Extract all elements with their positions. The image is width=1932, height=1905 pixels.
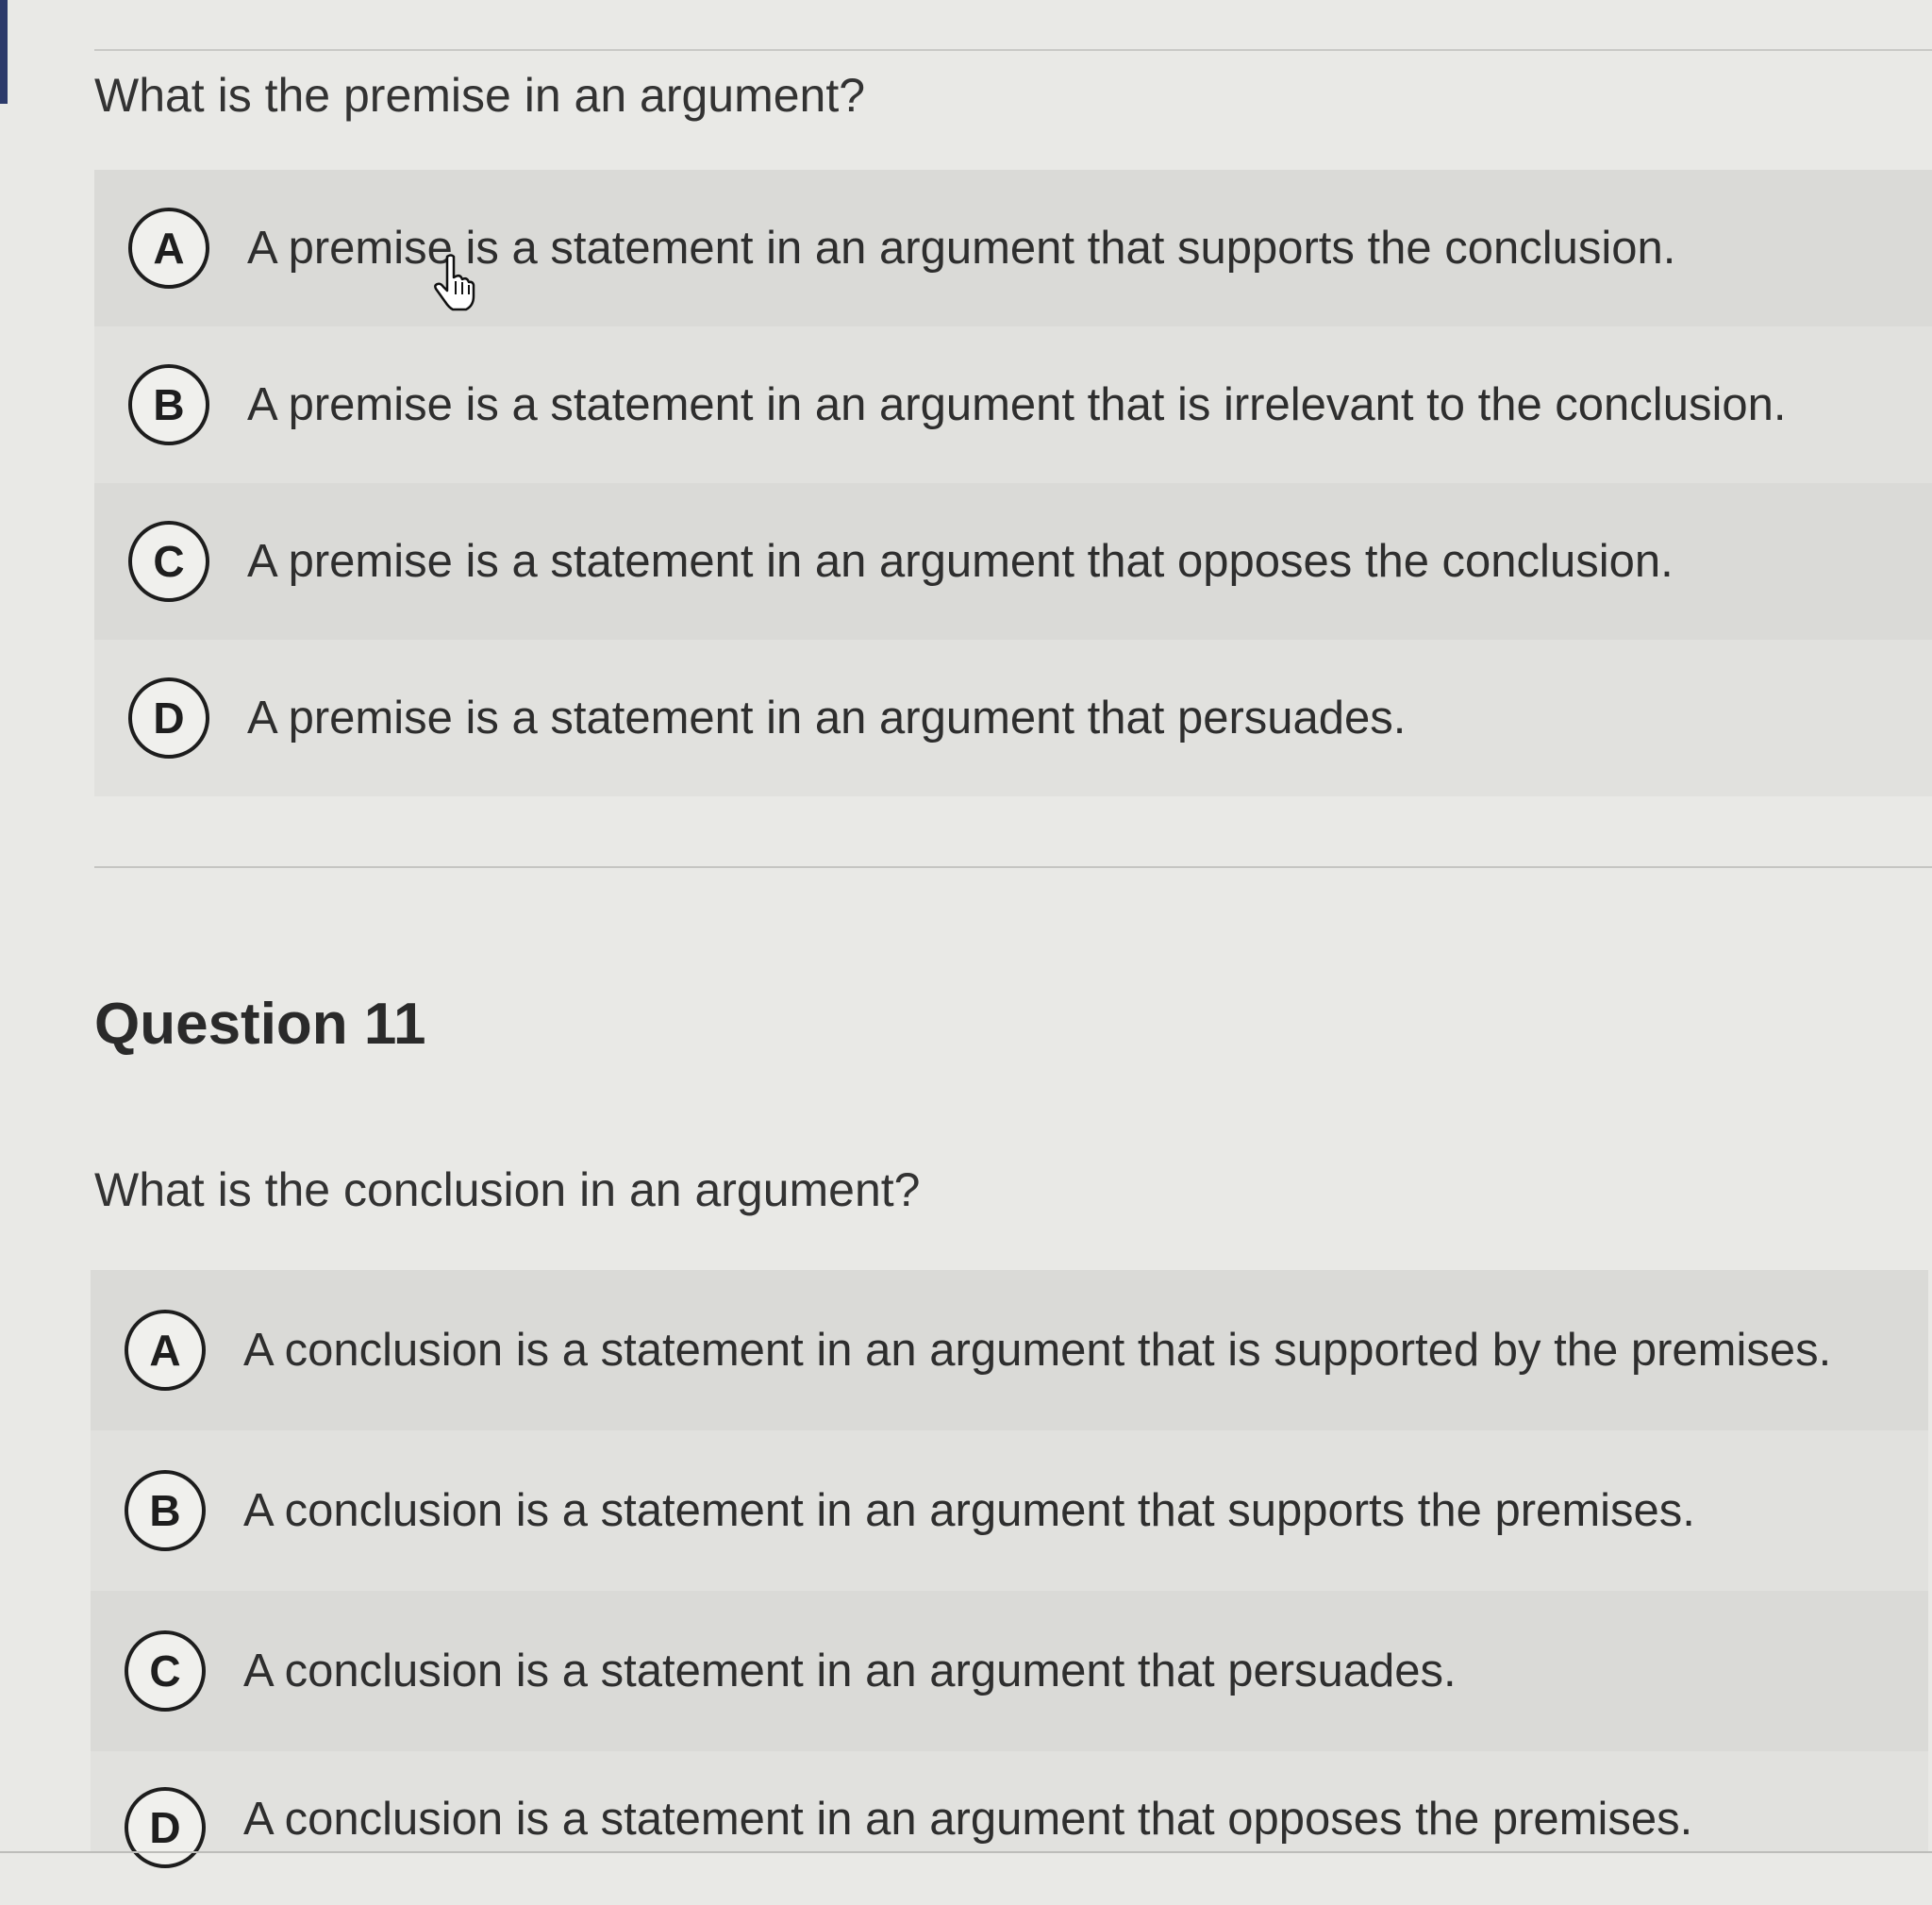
radio-option-d[interactable]: D xyxy=(125,1787,206,1868)
divider xyxy=(94,866,1932,868)
hand-pointer-icon xyxy=(434,254,475,311)
radio-option-c[interactable]: C xyxy=(125,1630,206,1712)
question-heading: Question 11 xyxy=(94,992,426,1057)
question-prompt: What is the premise in an argument? xyxy=(94,69,866,122)
divider xyxy=(94,49,1932,51)
answer-options: A A conclusion is a statement in an argu… xyxy=(91,1270,1928,1868)
answer-option-b[interactable]: B A premise is a statement in an argumen… xyxy=(94,326,1932,483)
window-edge-accent xyxy=(0,0,8,104)
radio-option-d[interactable]: D xyxy=(128,677,209,759)
answer-option-d[interactable]: D A conclusion is a statement in an argu… xyxy=(91,1751,1928,1868)
radio-option-c[interactable]: C xyxy=(128,521,209,602)
answer-option-c[interactable]: C A conclusion is a statement in an argu… xyxy=(91,1591,1928,1751)
option-label[interactable]: A conclusion is a statement in an argume… xyxy=(243,1645,1457,1697)
answer-options: A A premise is a statement in an argumen… xyxy=(94,170,1932,796)
option-label[interactable]: A conclusion is a statement in an argume… xyxy=(243,1793,1692,1846)
radio-option-a[interactable]: A xyxy=(128,208,209,289)
option-label[interactable]: A conclusion is a statement in an argume… xyxy=(243,1484,1695,1537)
option-label[interactable]: A premise is a statement in an argument … xyxy=(247,378,1786,431)
option-label[interactable]: A conclusion is a statement in an argume… xyxy=(243,1324,1831,1377)
radio-option-b[interactable]: B xyxy=(128,364,209,445)
divider xyxy=(0,1851,1932,1853)
question-prompt: What is the conclusion in an argument? xyxy=(94,1163,921,1216)
answer-option-c[interactable]: C A premise is a statement in an argumen… xyxy=(94,483,1932,640)
answer-option-d[interactable]: D A premise is a statement in an argumen… xyxy=(94,640,1932,796)
answer-option-b[interactable]: B A conclusion is a statement in an argu… xyxy=(91,1430,1928,1591)
answer-option-a[interactable]: A A premise is a statement in an argumen… xyxy=(94,170,1932,326)
radio-option-b[interactable]: B xyxy=(125,1470,206,1551)
radio-option-a[interactable]: A xyxy=(125,1310,206,1391)
option-label[interactable]: A premise is a statement in an argument … xyxy=(247,535,1674,588)
option-label[interactable]: A premise is a statement in an argument … xyxy=(247,692,1406,744)
answer-option-a[interactable]: A A conclusion is a statement in an argu… xyxy=(91,1270,1928,1430)
